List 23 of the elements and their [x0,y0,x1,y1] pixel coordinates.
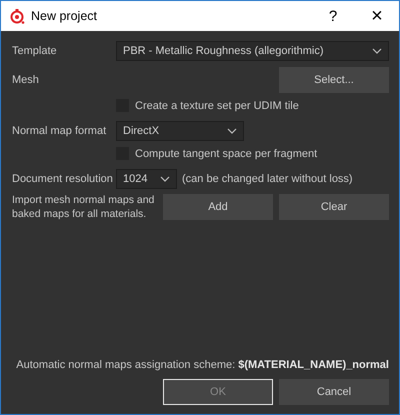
normal-map-format-dropdown[interactable]: DirectX [116,121,244,141]
chevron-down-icon [160,176,170,182]
mesh-label: Mesh [12,74,40,86]
import-button[interactable]: Add [163,194,273,220]
template-label: Template [12,45,58,57]
import-label: Import mesh normal maps and baked maps for all materials. [12,193,156,221]
cancel-button[interactable]: Cancel [279,379,389,405]
close-button[interactable]: × [355,1,399,31]
normal-map-format-label: Normal map format [12,125,108,137]
chevron-down-icon [227,128,237,134]
resolution-dropdown[interactable]: 1024 [116,169,177,189]
app-logo-icon [9,8,25,24]
help-button[interactable]: ? [311,1,355,31]
select-button[interactable]: Select... [279,67,389,93]
template-dropdown[interactable]: PBR - Metallic Roughness (allegorithmic) [116,41,389,61]
resolution-note: (can be changed later without loss) [182,173,353,185]
udim-checkbox-label: Create a texture set per UDIM tile [135,100,299,112]
normal-scheme-text: Automatic normal maps assignation scheme: $(MATERIAL_NAME)_normal [15,359,389,371]
import-button[interactable]: Clear [279,194,389,220]
tangent-checkbox-label: Compute tangent space per fragment [135,148,318,160]
chevron-down-icon [372,48,382,54]
document-resolution-label: Document resolution [12,173,114,185]
window-title: New project [31,9,98,23]
